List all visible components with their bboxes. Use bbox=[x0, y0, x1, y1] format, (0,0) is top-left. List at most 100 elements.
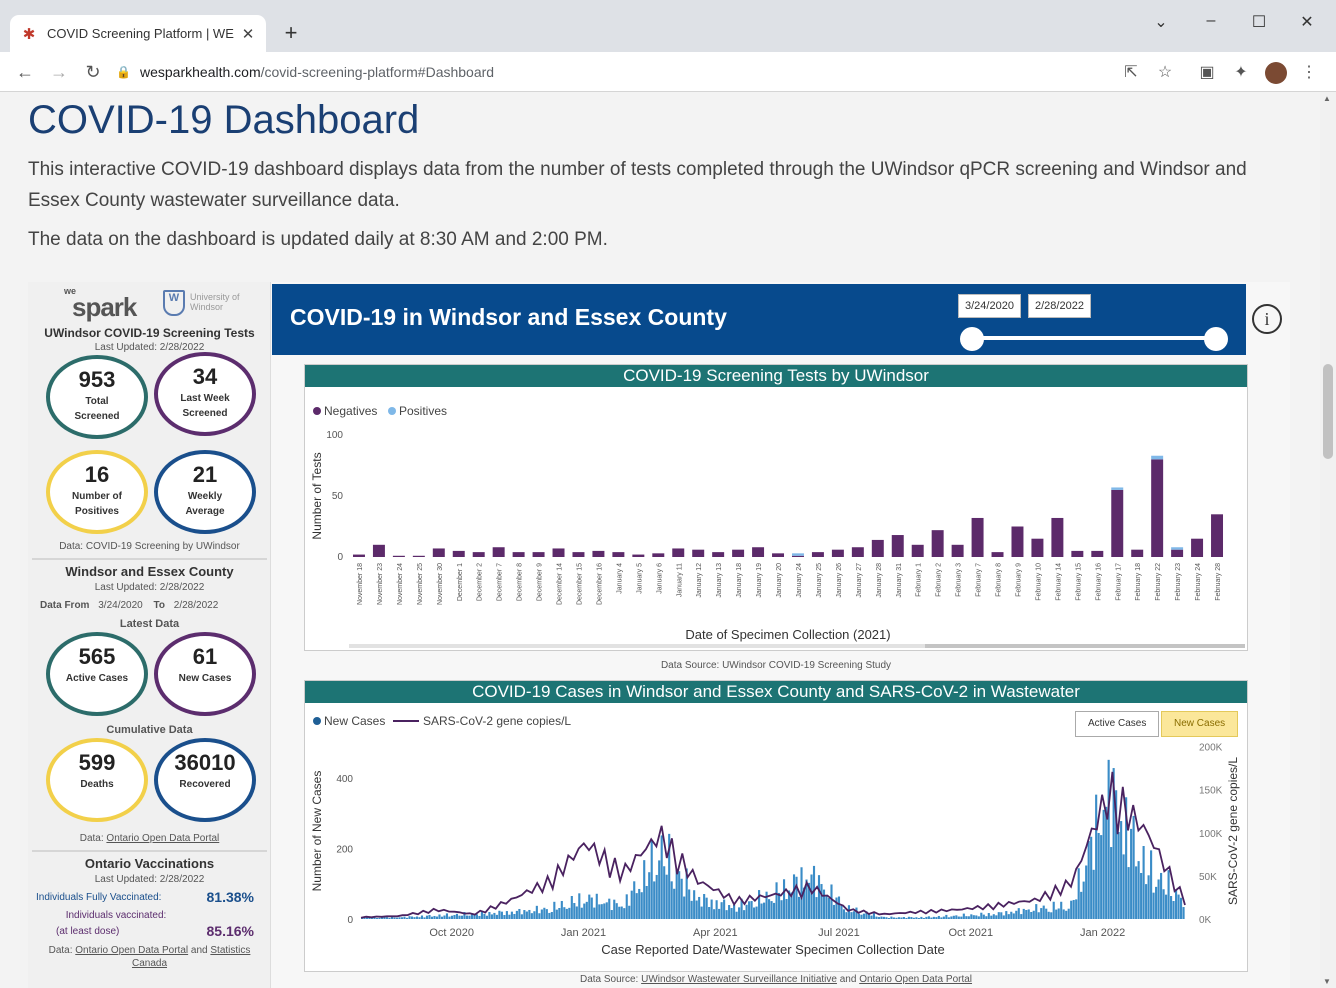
bar-new-cases bbox=[930, 917, 933, 919]
bar-new-cases bbox=[880, 916, 883, 919]
divider bbox=[32, 558, 267, 560]
bar-new-cases bbox=[613, 899, 616, 919]
dashboard-title: COVID-19 in Windsor and Essex County bbox=[290, 304, 727, 330]
bar-new-cases bbox=[435, 916, 439, 919]
bar-new-cases bbox=[1122, 854, 1125, 919]
y2-tick-label: 50K bbox=[1199, 872, 1217, 883]
profile-avatar[interactable] bbox=[1265, 62, 1287, 84]
bar-negatives bbox=[392, 555, 405, 557]
extension-s-icon[interactable]: ▣ bbox=[1196, 62, 1218, 82]
bar-new-cases bbox=[1087, 841, 1090, 919]
bar-new-cases bbox=[768, 899, 771, 919]
page-scrollbar[interactable]: ▲ ▼ bbox=[1320, 92, 1336, 988]
extensions-puzzle-icon[interactable]: ✦ bbox=[1230, 62, 1252, 82]
bar-new-cases bbox=[980, 912, 983, 919]
maximize-icon[interactable]: ☐ bbox=[1244, 12, 1274, 32]
bar-new-cases bbox=[935, 917, 938, 919]
bar-new-cases bbox=[780, 900, 783, 919]
menu-kebab-icon[interactable]: ⋮ bbox=[1298, 62, 1320, 82]
bar-new-cases bbox=[1067, 908, 1070, 919]
bar-new-cases bbox=[380, 917, 384, 919]
bar-new-cases bbox=[777, 892, 781, 919]
bar-new-cases bbox=[995, 915, 998, 919]
x-tick-label: February 24 bbox=[1195, 563, 1202, 601]
scrollbar-thumb[interactable] bbox=[1323, 364, 1333, 459]
forward-icon[interactable]: → bbox=[46, 59, 72, 85]
legend-gene-copies-label: SARS-CoV-2 gene copies/L bbox=[423, 714, 571, 728]
bar-new-cases bbox=[775, 882, 778, 919]
vaccinations-source: Data: Ontario Open Data Portal and Stati… bbox=[28, 944, 271, 970]
back-icon[interactable]: ← bbox=[12, 59, 38, 85]
bar-new-cases bbox=[1162, 889, 1165, 919]
browser-tab[interactable]: ✱ COVID Screening Platform | WE S ✕ bbox=[10, 15, 266, 52]
bar-new-cases bbox=[638, 888, 641, 919]
bar-new-cases bbox=[713, 909, 716, 919]
uwindsor-wastewater-link[interactable]: UWindsor Wastewater Surveillance Initiat… bbox=[641, 974, 837, 985]
bar-new-cases bbox=[495, 914, 498, 919]
bar-new-cases bbox=[852, 911, 856, 919]
x-tick-label: February 3 bbox=[956, 563, 963, 597]
info-icon[interactable]: i bbox=[1252, 304, 1282, 334]
x-tick-label: February 9 bbox=[1015, 563, 1022, 597]
bar-new-cases bbox=[937, 915, 940, 919]
bar-negatives bbox=[1151, 459, 1164, 557]
new-cases-label: New Cases bbox=[178, 673, 232, 684]
bar-new-cases bbox=[1007, 914, 1010, 919]
x-tick-label: January 13 bbox=[716, 563, 723, 598]
x-tick-label: Oct 2021 bbox=[948, 927, 993, 939]
recovered-ring: 36010 Recovered bbox=[154, 738, 256, 822]
scroll-down-icon[interactable]: ▼ bbox=[1323, 977, 1331, 986]
weekly-average-ring: 21 Weekly Average bbox=[154, 450, 256, 534]
bar-new-cases bbox=[1075, 899, 1078, 919]
url-field[interactable]: 🔒 wesparkhealth.com/covid-screening-plat… bbox=[116, 57, 1116, 87]
new-cases-toggle[interactable]: New Cases bbox=[1161, 711, 1239, 737]
bar-new-cases bbox=[1140, 872, 1143, 919]
x-tick-label: February 1 bbox=[916, 563, 923, 597]
x-tick-label: Jan 2022 bbox=[1080, 927, 1125, 939]
bar-new-cases bbox=[1102, 809, 1105, 919]
x-tick-label: January 6 bbox=[656, 563, 663, 594]
bar-new-cases bbox=[570, 896, 573, 919]
bar-new-cases bbox=[590, 897, 593, 919]
close-window-icon[interactable]: ✕ bbox=[1292, 12, 1322, 32]
end-date-field[interactable]: 2/28/2022 bbox=[1028, 294, 1091, 318]
minimize-icon[interactable]: – bbox=[1196, 12, 1226, 30]
share-icon[interactable]: ⇱ bbox=[1120, 62, 1142, 82]
bar-new-cases bbox=[465, 915, 468, 919]
scroll-up-icon[interactable]: ▲ bbox=[1323, 94, 1331, 103]
tab-search-icon[interactable]: ⌄ bbox=[1146, 12, 1176, 32]
bar-new-cases bbox=[1035, 904, 1038, 919]
ontario-data-link[interactable]: Ontario Open Data Portal bbox=[859, 974, 972, 985]
bar-new-cases bbox=[1132, 815, 1135, 919]
bar-new-cases bbox=[942, 916, 945, 919]
bar-negatives bbox=[791, 555, 804, 557]
bar-new-cases bbox=[877, 917, 880, 919]
ontario-data-link[interactable]: Ontario Open Data Portal bbox=[75, 945, 188, 956]
y-tick-label: 200 bbox=[336, 845, 353, 856]
intro-text: This interactive COVID-19 dashboard disp… bbox=[28, 159, 1247, 211]
date-slider-track[interactable] bbox=[972, 336, 1216, 340]
start-date-field[interactable]: 3/24/2020 bbox=[958, 294, 1021, 318]
date-slider-end-handle[interactable] bbox=[1204, 327, 1228, 351]
fully-vaccinated-row: Individuals Fully Vaccinated: 81.38% bbox=[36, 889, 264, 905]
bar-negatives bbox=[831, 549, 844, 557]
bar-new-cases bbox=[533, 911, 536, 919]
bookmark-star-icon[interactable]: ☆ bbox=[1154, 62, 1176, 82]
new-tab-button[interactable]: + bbox=[278, 20, 304, 46]
screening-title: UWindsor COVID-19 Screening Tests bbox=[44, 326, 255, 340]
bar-new-cases bbox=[698, 896, 701, 919]
x-tick-label: December 9 bbox=[537, 563, 544, 601]
bar-new-cases bbox=[445, 913, 449, 919]
date-slider-start-handle[interactable] bbox=[960, 327, 984, 351]
bar-new-cases bbox=[1142, 846, 1145, 919]
bar-new-cases bbox=[997, 912, 1000, 919]
deaths-label: Deaths bbox=[80, 779, 114, 790]
ontario-data-link[interactable]: Ontario Open Data Portal bbox=[106, 833, 219, 844]
bar-new-cases bbox=[633, 881, 636, 919]
active-cases-toggle[interactable]: Active Cases bbox=[1075, 711, 1160, 737]
tab-close-icon[interactable]: ✕ bbox=[240, 25, 256, 43]
bar-new-cases bbox=[955, 915, 958, 919]
bar-new-cases bbox=[1100, 835, 1103, 919]
reload-icon[interactable]: ↻ bbox=[80, 59, 106, 85]
bar-new-cases bbox=[947, 917, 950, 919]
